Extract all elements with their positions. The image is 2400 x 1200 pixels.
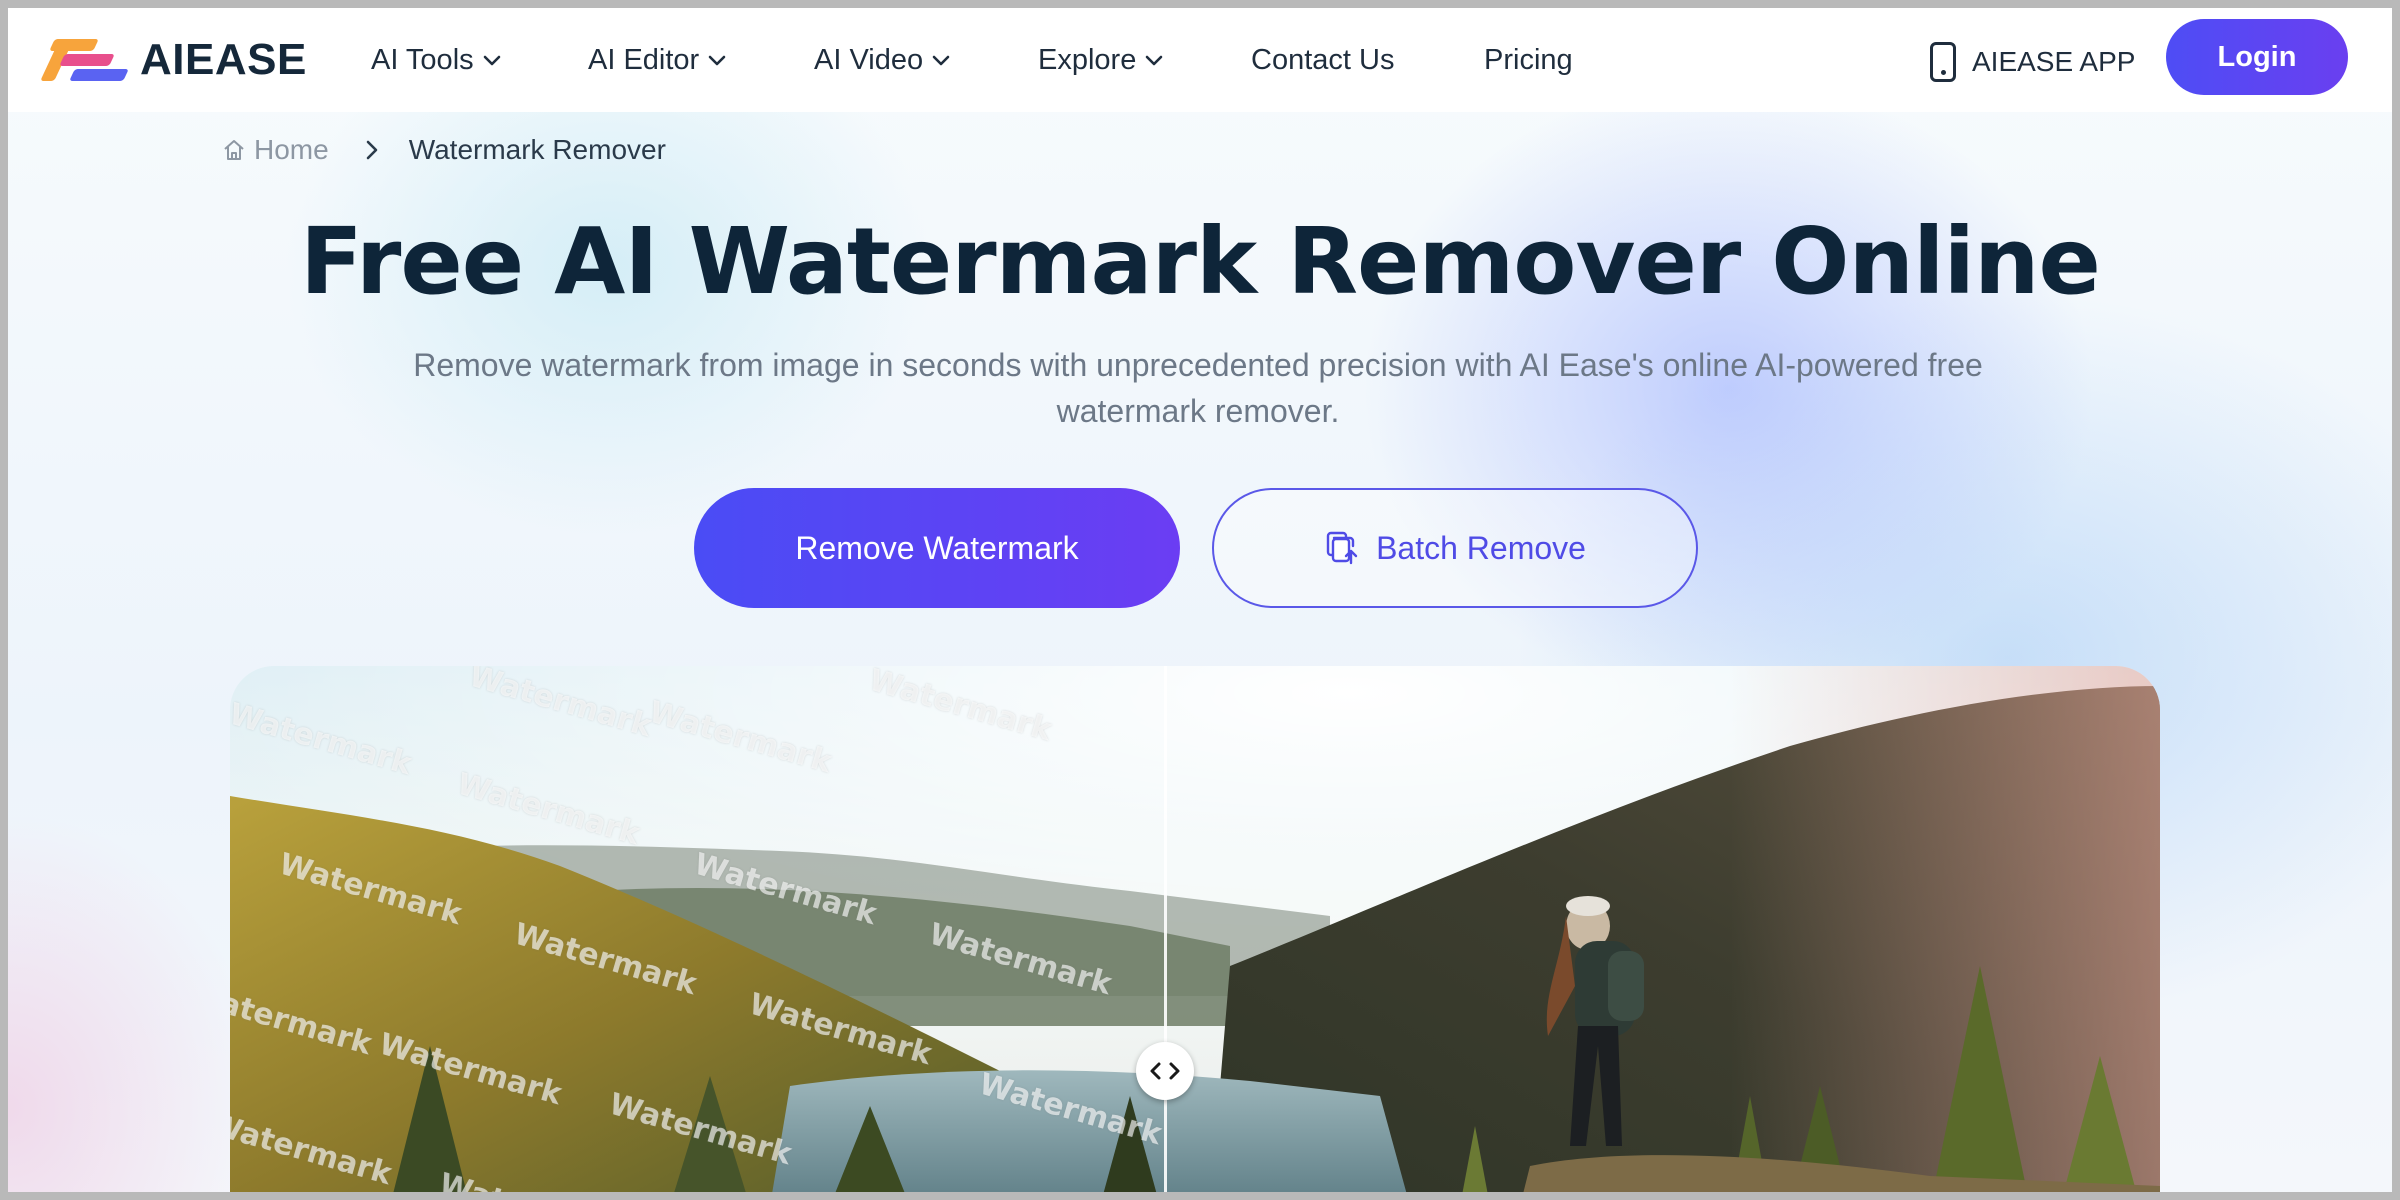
home-icon [224, 140, 244, 160]
nav-item-label: AI Tools [371, 43, 474, 76]
chevron-down-icon [708, 55, 726, 66]
nav-item-pricing[interactable]: Pricing [1484, 40, 1573, 80]
phone-icon [1930, 42, 1956, 82]
brand-name: AIEASE [140, 35, 307, 84]
page-subtitle: Remove watermark from image in seconds w… [413, 347, 1983, 429]
brand-logo[interactable]: AIEASE [40, 32, 307, 88]
nav-item-contact-us[interactable]: Contact Us [1251, 40, 1394, 80]
nav-item-ai-tools[interactable]: AI Tools [371, 40, 502, 80]
nav-item-ai-editor[interactable]: AI Editor [588, 40, 727, 80]
app-link-label: AIEASE APP [1972, 46, 2136, 77]
browser-viewport: AIEASE AI Tools AI Editor AI Video Explo… [8, 8, 2392, 1192]
page-title: Free AI Watermark Remover Online [300, 208, 2101, 315]
breadcrumb: Home Watermark Remover [222, 130, 666, 170]
breadcrumb-current: Watermark Remover [408, 134, 666, 165]
before-after-comparison[interactable]: Watermark Watermark Watermark Watermark … [230, 666, 2160, 1192]
breadcrumb-home-link[interactable]: Home [254, 134, 329, 166]
nav-item-explore[interactable]: Explore [1038, 40, 1164, 80]
nav-item-label: AI Video [814, 43, 924, 76]
top-navbar: AIEASE AI Tools AI Editor AI Video Explo… [8, 8, 2392, 112]
nav-item-ai-video[interactable]: AI Video [814, 40, 951, 80]
chevron-down-icon [483, 55, 500, 66]
chevron-down-icon [1146, 55, 1163, 66]
batch-remove-button[interactable]: Batch Remove [1212, 488, 1698, 608]
nav-item-label: Pricing [1484, 43, 1573, 76]
brand-logo-icon [40, 35, 129, 85]
nav-item-label: Contact Us [1251, 43, 1395, 76]
left-right-arrows-icon [1150, 1062, 1180, 1080]
comparison-divider[interactable] [1164, 666, 1167, 1192]
nav-item-label: Explore [1038, 43, 1137, 76]
comparison-slider-handle[interactable] [1136, 1042, 1194, 1100]
batch-upload-icon [1326, 531, 1358, 565]
batch-remove-label: Batch Remove [1376, 529, 1586, 566]
nav-item-label: AI Editor [588, 43, 700, 76]
login-button[interactable]: Login [2166, 19, 2348, 95]
remove-watermark-button[interactable]: Remove Watermark [694, 488, 1180, 608]
chevron-right-icon [366, 140, 378, 160]
chevron-down-icon [932, 55, 950, 66]
app-download-link[interactable]: AIEASE APP [1930, 38, 2135, 86]
